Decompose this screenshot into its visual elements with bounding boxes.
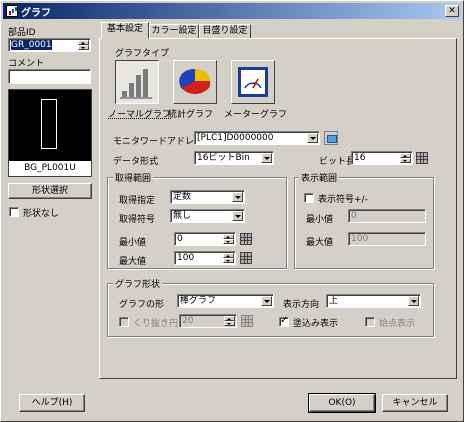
cutout-circle-value: 20 [182,316,194,326]
part-id-label: 部品ID [8,28,36,38]
window-title: グラフ [21,8,51,19]
title-bar: グラフ ✕ [3,3,461,19]
acquire-spec-value: 定数 [173,192,192,202]
no-shape-checkbox[interactable] [9,207,19,217]
preview-caption: BG_PL001U [9,161,91,176]
data-format-value: 16ビットBin [197,153,250,163]
display-range-title: 表示範囲 [299,171,340,184]
cutout-circle-label: くり抜き円 [133,319,179,329]
normal-graph-icon [120,69,152,99]
acquire-spec-select[interactable]: 定数 [170,190,245,204]
acquire-min-value: 0 [177,234,183,244]
statistical-graph-label: 統計グラフ [168,110,214,120]
display-direction-select[interactable]: 上 [326,294,421,308]
tab-color-settings[interactable]: カラー設定 [149,24,199,39]
keypad-icon[interactable] [240,233,252,245]
bit-length-value: 16 [354,153,366,163]
display-direction-value: 上 [329,296,339,306]
show-sign-label: 表示符号+/- [318,195,368,205]
comment-label: コメント [8,59,45,69]
fill-display-label: 塗込み表示 [293,319,339,329]
acquire-min-spinner[interactable] [223,234,234,244]
bit-length-field[interactable]: 16 [351,151,413,165]
normal-graph-label: ノーマルグラフ [108,110,172,120]
acquire-max-value: 100 [177,253,195,263]
cutout-circle-checkbox[interactable] [119,317,129,327]
chevron-down-icon[interactable] [232,192,243,202]
acquire-sign-value: 無し [173,211,192,221]
display-min-label: 最小値 [306,215,334,225]
meter-icon [238,67,268,97]
chevron-down-icon[interactable] [261,296,272,306]
monitor-address-field[interactable]: [PLC1]D0000000 [194,131,320,145]
bit-length-spinner[interactable] [400,153,411,163]
address-input-icon [327,135,337,143]
graph-type-label: グラフタイプ [115,49,170,59]
chevron-down-icon[interactable] [408,296,419,306]
normal-graph-button[interactable] [115,60,159,104]
statistical-graph-button[interactable] [173,60,217,104]
pie-chart-icon [179,68,211,95]
acquire-sign-select[interactable]: 無し [170,209,245,223]
bar-shape-preview [41,99,57,149]
monitor-address-value: [PLC1]D0000000 [197,133,274,143]
graph-dialog: グラフ ✕ 部品ID GR_0001 コメント BG_PL001U 形状選択 形… [0,0,464,422]
acquire-range-title: 取得範囲 [113,171,154,184]
graph-shape-title: グラフ形状 [113,277,163,290]
acquire-min-label: 最小値 [119,238,147,248]
display-min-field[interactable]: 0 [348,209,426,223]
cutout-spinner[interactable] [224,316,235,326]
meter-graph-button[interactable] [231,60,275,104]
acquire-sign-label: 取得符号 [119,215,156,225]
help-button[interactable]: ヘルプ(H) [19,394,85,412]
part-id-spinner[interactable] [78,40,89,50]
keypad-icon[interactable] [241,315,253,327]
shape-select-button[interactable]: 形状選択 [8,183,92,199]
acquire-max-spinner[interactable] [223,253,234,263]
display-max-field[interactable]: 100 [348,232,426,246]
meter-graph-label: メーターグラフ [224,110,288,120]
chevron-down-icon[interactable] [232,211,243,221]
close-button[interactable]: ✕ [445,5,459,17]
no-shape-label: 形状なし [23,209,60,219]
data-format-select[interactable]: 16ビットBin [194,151,274,165]
start-point-checkbox[interactable] [365,317,375,327]
address-input-button[interactable] [324,131,338,145]
tab-scale-settings[interactable]: 目盛り設定 [199,24,251,39]
cutout-circle-field[interactable]: 20 [179,314,237,328]
graph-shape-value: 棒グラフ [180,296,217,306]
fill-display-checkbox[interactable] [279,315,289,327]
ok-button[interactable]: OK(O) [308,393,376,413]
graph-shape-label: グラフの形 [119,300,165,310]
display-direction-label: 表示方向 [283,300,320,310]
tab-basic-settings[interactable]: 基本設定 [101,22,149,39]
keypad-icon[interactable] [416,152,428,164]
start-point-label: 始点表示 [379,319,416,329]
part-id-field[interactable]: GR_0001 [8,38,91,52]
comment-field[interactable] [8,69,91,84]
part-id-value: GR_0001 [11,40,52,50]
chevron-down-icon[interactable] [307,133,318,143]
display-max-label: 最大値 [306,238,334,248]
acquire-max-field[interactable]: 100 [174,251,236,265]
chevron-down-icon[interactable] [261,153,272,163]
acquire-spec-label: 取得指定 [119,196,156,206]
data-format-label: データ形式 [113,157,159,167]
acquire-min-field[interactable]: 0 [174,232,236,246]
graph-shape-select[interactable]: 棒グラフ [177,294,274,308]
bit-length-label: ビット長 [319,157,356,167]
acquire-max-label: 最大値 [119,257,147,267]
cancel-button[interactable]: キャンセル [382,394,448,412]
monitor-address-label: モニタワードアドレス [113,137,204,147]
show-sign-checkbox[interactable] [304,193,314,203]
graph-app-icon [6,5,18,17]
keypad-icon[interactable] [240,252,252,264]
